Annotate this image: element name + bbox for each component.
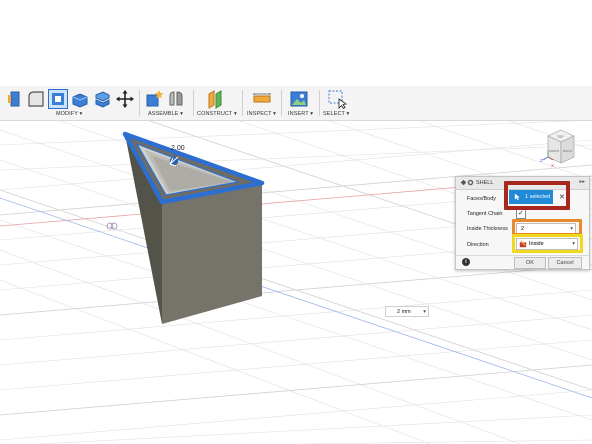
inspect-group: INSPECT ▾ [244, 86, 280, 120]
shell-dialog-title: SHELL [476, 180, 494, 186]
modify-group: MODIFY ▾ [0, 86, 136, 120]
assemble-group: ASSEMBLE ▾ [142, 86, 192, 120]
new-component-icon[interactable] [144, 89, 164, 109]
expand-dialog-icon[interactable]: ▸▸ [579, 179, 585, 185]
dimension-dropdown-icon[interactable]: ▾ [423, 309, 426, 315]
viewcube-z-label: Z [540, 158, 543, 163]
toolbar-divider [242, 90, 243, 116]
viewcube-top-label: TOP [557, 135, 564, 139]
dimension-input[interactable]: 2 mm ▾ [385, 306, 429, 317]
insert-image-icon[interactable] [289, 89, 309, 109]
viewcube-x-label: X [551, 163, 554, 168]
toolbar: MODIFY ▾ ASSEMBLE ▾ CONSTRUCT ▾ INSPECT … [0, 86, 592, 121]
shell-icon[interactable] [48, 89, 68, 109]
window-select-icon[interactable] [327, 89, 347, 109]
toolbar-divider [139, 90, 140, 116]
info-icon[interactable]: i [462, 258, 470, 266]
scale-icon[interactable] [92, 89, 112, 109]
construct-menu-label[interactable]: CONSTRUCT ▾ [197, 111, 237, 117]
tangent-chain-label: Tangent Chain [467, 211, 503, 217]
shelled-body[interactable] [122, 131, 265, 324]
direction-highlight-box [512, 234, 583, 253]
ground-grid [0, 121, 592, 444]
3d-viewport[interactable]: 2.00 TOP FRONT RIGHT Z X [0, 121, 592, 444]
combine-icon[interactable] [70, 89, 90, 109]
ok-button[interactable]: OK [514, 257, 546, 269]
dimension-value-label: 2.00 [171, 145, 185, 152]
construct-group: CONSTRUCT ▾ [195, 86, 240, 120]
insert-group: INSERT ▾ [283, 86, 317, 120]
view-cube[interactable]: TOP FRONT RIGHT Z X [540, 129, 575, 168]
measure-icon[interactable] [252, 89, 272, 109]
faces-body-highlight-box [504, 181, 570, 210]
origin-marker [106, 222, 118, 230]
modify-menu-label[interactable]: MODIFY ▾ [56, 111, 82, 117]
inside-thickness-label: Inside Thickness [467, 226, 508, 232]
move-icon[interactable] [115, 89, 135, 109]
press-pull-icon[interactable] [5, 89, 25, 109]
joint-icon[interactable] [166, 89, 186, 109]
offset-plane-icon[interactable] [205, 89, 225, 109]
collapse-dialog-icon[interactable] [460, 179, 467, 186]
viewcube-right-label: RIGHT [563, 149, 573, 153]
viewcube-front-label: FRONT [549, 149, 559, 153]
inspect-menu-label[interactable]: INSPECT ▾ [247, 111, 276, 117]
shell-feature-icon [467, 179, 474, 186]
toolbar-divider [193, 90, 194, 116]
select-menu-label[interactable]: SELECT ▾ [323, 111, 349, 117]
fillet-icon[interactable] [26, 89, 46, 109]
insert-menu-label[interactable]: INSERT ▾ [288, 111, 313, 117]
dimension-input-value: 2 mm [397, 308, 411, 315]
select-group: SELECT ▾ [321, 86, 355, 120]
faces-body-label: Faces/Body [467, 196, 497, 202]
assemble-menu-label[interactable]: ASSEMBLE ▾ [148, 111, 183, 117]
toolbar-divider [281, 90, 282, 116]
tangent-chain-checkbox[interactable]: ✓ [516, 209, 526, 219]
checkmark-icon: ✓ [518, 210, 524, 217]
toolbar-divider [319, 90, 320, 116]
direction-label: Direction [467, 242, 489, 248]
app-window: MODIFY ▾ ASSEMBLE ▾ CONSTRUCT ▾ INSPECT … [0, 0, 592, 444]
dialog-footer-divider [456, 255, 589, 256]
cancel-button[interactable]: Cancel [548, 257, 582, 269]
